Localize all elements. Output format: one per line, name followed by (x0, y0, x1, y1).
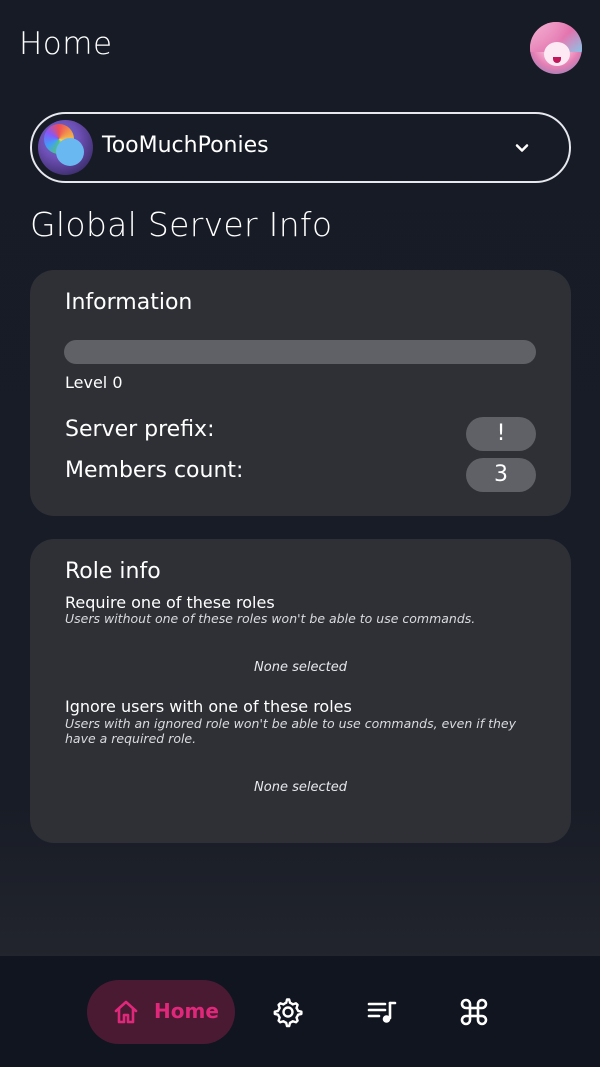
command-icon[interactable] (458, 996, 490, 1028)
user-avatar[interactable] (530, 22, 582, 74)
home-icon (114, 1000, 138, 1024)
ignore-roles-description: Users with an ignored role won't be able… (65, 716, 517, 746)
bottom-navigation: Home (0, 956, 600, 1067)
server-name: TooMuchPonies (102, 133, 269, 158)
gear-icon[interactable] (272, 996, 304, 1028)
information-card: Information Level 0 Server prefix: ! Mem… (30, 270, 571, 516)
playlist-icon[interactable] (366, 996, 398, 1028)
page-title: Home (19, 26, 113, 62)
server-prefix-label: Server prefix: (65, 417, 215, 442)
information-title: Information (65, 290, 193, 315)
require-roles-heading: Require one of these roles (65, 593, 275, 612)
nav-home-button[interactable]: Home (87, 980, 235, 1044)
role-info-card: Role info Require one of these roles Use… (30, 539, 571, 843)
require-roles-description: Users without one of these roles won't b… (65, 611, 476, 626)
server-avatar-head (56, 138, 84, 166)
server-prefix-value: ! (466, 417, 536, 451)
nav-home-label: Home (154, 999, 219, 1023)
members-count-label: Members count: (65, 458, 244, 483)
level-progress-bar (64, 340, 536, 364)
server-selector[interactable]: TooMuchPonies (30, 112, 571, 183)
role-info-title: Role info (65, 559, 161, 584)
server-avatar (38, 120, 93, 175)
chevron-down-icon (515, 144, 529, 152)
ignore-roles-value[interactable]: None selected (30, 780, 571, 795)
ignore-roles-heading: Ignore users with one of these roles (65, 697, 352, 716)
section-title: Global Server Info (30, 205, 333, 244)
level-label: Level 0 (65, 373, 123, 392)
require-roles-value[interactable]: None selected (30, 660, 571, 675)
members-count-value: 3 (466, 458, 536, 492)
